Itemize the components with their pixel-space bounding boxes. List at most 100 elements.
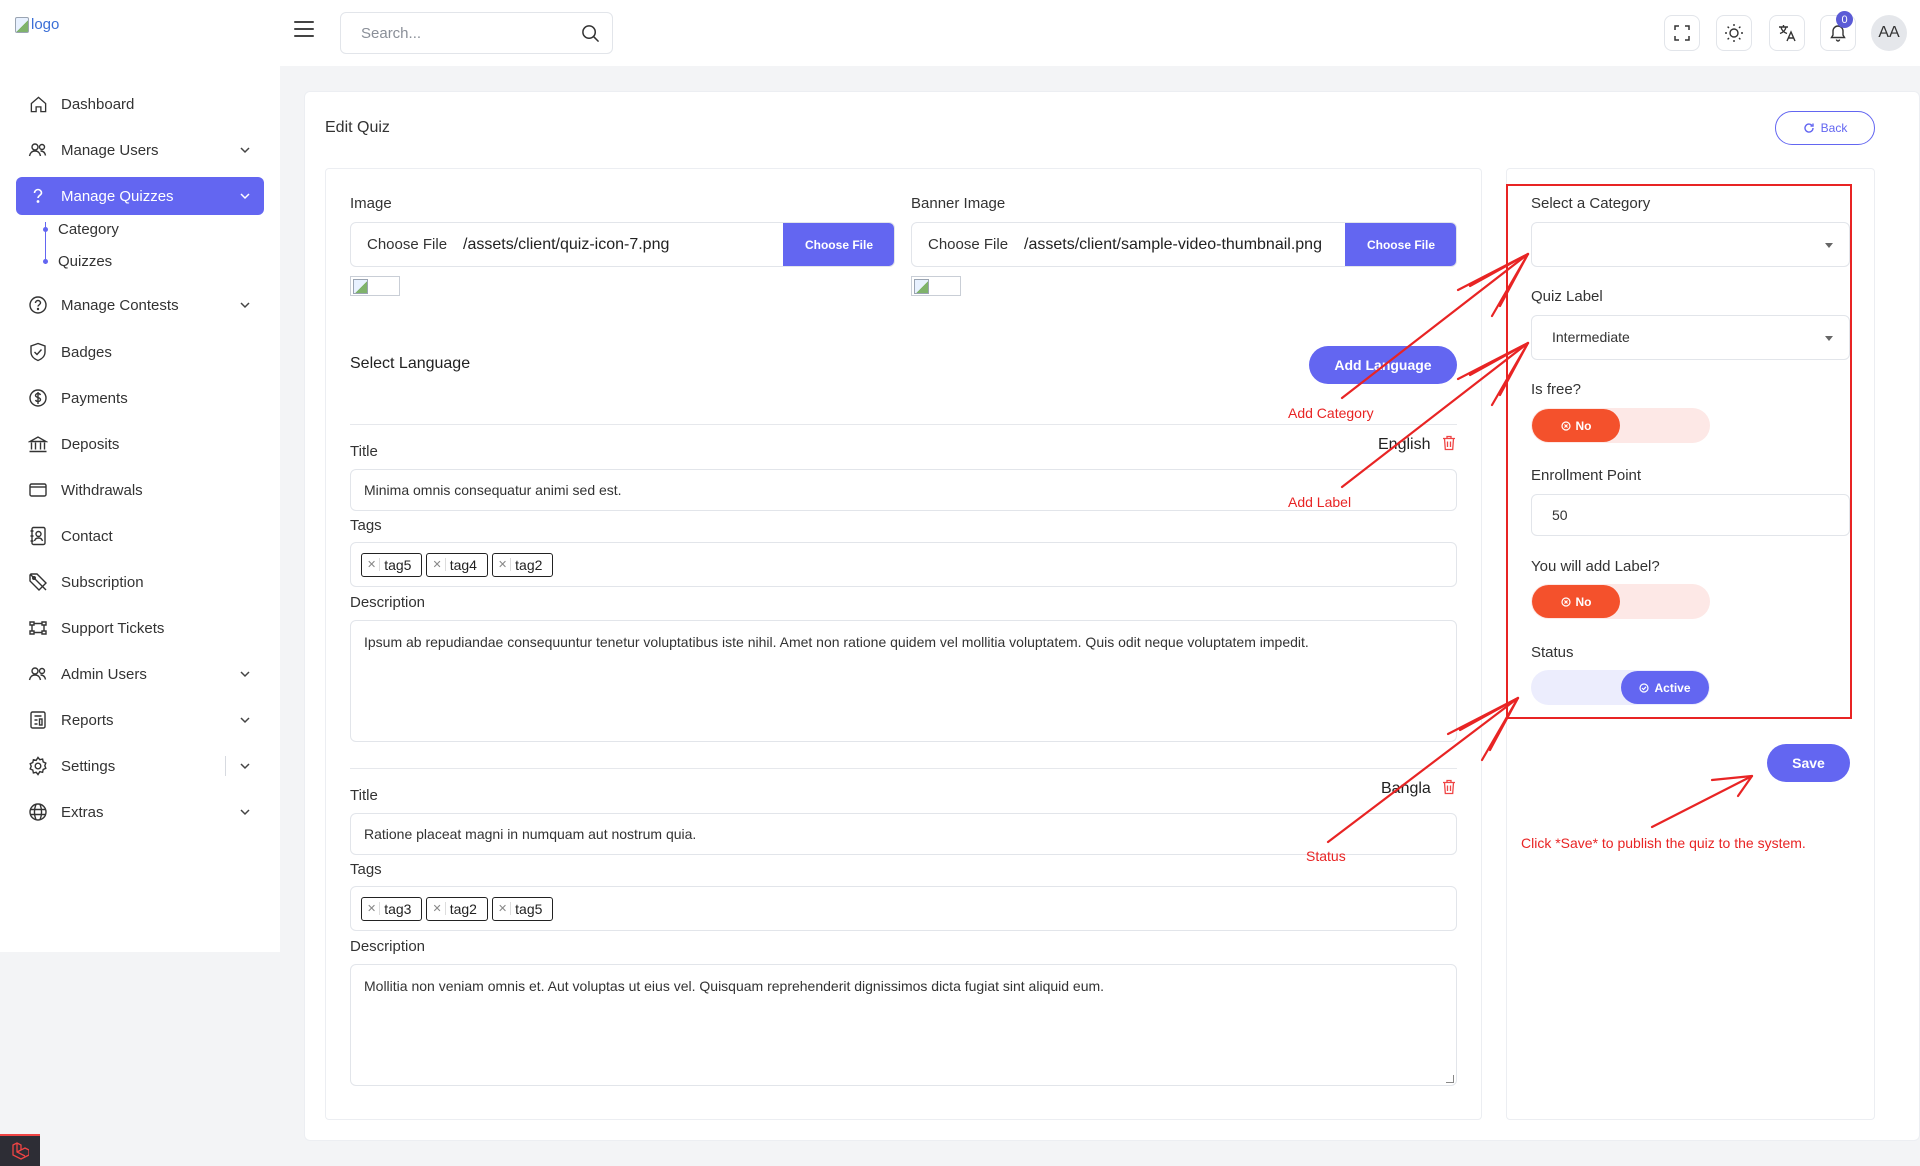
gear-icon xyxy=(28,756,48,776)
sidebar-item-label: Manage Quizzes xyxy=(61,187,174,205)
remove-tag-icon[interactable]: ✕ xyxy=(432,902,446,915)
annotation-add-category: Add Category xyxy=(1288,405,1374,421)
subscription-icon xyxy=(28,572,48,592)
chevron-down-icon xyxy=(240,147,250,154)
add-language-button[interactable]: Add Language xyxy=(1309,346,1457,384)
sidebar-item-reports[interactable]: Reports xyxy=(16,701,264,739)
image-file-input[interactable]: Choose File /assets/client/quiz-icon-7.p… xyxy=(350,222,895,267)
save-button[interactable]: Save xyxy=(1767,744,1850,782)
image-preview xyxy=(350,276,400,296)
fullscreen-icon xyxy=(1674,25,1690,41)
trash-icon[interactable] xyxy=(1442,779,1456,795)
sidebar-item-deposits[interactable]: Deposits xyxy=(16,425,264,463)
tag-chip[interactable]: ✕ tag2 xyxy=(491,552,554,577)
sidebar-item-extras[interactable]: Extras xyxy=(16,793,264,831)
sidebar-item-label: Manage Users xyxy=(61,141,159,159)
tag-chip[interactable]: ✕ tag3 xyxy=(361,896,423,921)
remove-tag-icon[interactable]: ✕ xyxy=(498,902,512,915)
remove-tag-icon[interactable]: ✕ xyxy=(367,558,381,571)
debugbar-laravel-icon[interactable] xyxy=(0,1134,40,1166)
tags-label: Tags xyxy=(350,861,382,878)
back-button[interactable]: Back xyxy=(1775,111,1875,145)
sidebar-item-label: Reports xyxy=(61,711,114,729)
description-textarea-bangla[interactable]: Mollitia non veniam omnis et. Aut volupt… xyxy=(350,964,1457,1086)
tag-chip[interactable]: ✕ tag5 xyxy=(491,896,554,921)
tag-chip[interactable]: ✕ tag5 xyxy=(361,552,423,577)
search-icon[interactable] xyxy=(581,24,600,43)
sidebar-item-label: Settings xyxy=(61,757,116,775)
image-file-name: /assets/client/quiz-icon-7.png xyxy=(463,235,670,253)
sidebar-item-dashboard[interactable]: Dashboard xyxy=(16,85,264,123)
users-icon xyxy=(28,140,48,160)
sidebar-item-label: Admin Users xyxy=(61,665,147,683)
report-icon xyxy=(28,710,48,730)
sidebar-item-admin-users[interactable]: Admin Users xyxy=(16,655,264,693)
title-label: Title xyxy=(350,443,378,460)
banner-file-input[interactable]: Choose File /assets/client/sample-video-… xyxy=(911,222,1457,267)
divider xyxy=(350,768,1457,769)
avatar[interactable]: AA xyxy=(1871,15,1907,51)
description-label: Description xyxy=(350,594,426,611)
tags-input-english[interactable]: ✕ tag5 ✕ tag4 ✕ tag2 xyxy=(350,542,1457,587)
sidebar-subitem-quizzes[interactable]: Quizzes xyxy=(43,253,112,270)
sidebar-item-label: Payments xyxy=(61,389,128,407)
page-title: Edit Quiz xyxy=(325,119,390,136)
tags-label: Tags xyxy=(350,517,382,534)
topbar: logo 0 AA xyxy=(0,0,1920,66)
chevron-down-icon xyxy=(240,717,250,724)
sidebar-item-badges[interactable]: Badges xyxy=(16,333,264,371)
translate-icon xyxy=(1779,25,1796,42)
sidebar-item-support-tickets[interactable]: Support Tickets xyxy=(16,609,264,647)
logo[interactable]: logo xyxy=(15,16,59,33)
extras-icon xyxy=(28,802,48,822)
hamburger-menu-icon[interactable] xyxy=(294,21,314,37)
theme-toggle-button[interactable] xyxy=(1716,15,1752,51)
sidebar-item-manage-users[interactable]: Manage Users xyxy=(16,131,264,169)
remove-tag-icon[interactable]: ✕ xyxy=(498,558,512,571)
chevron-down-icon xyxy=(240,671,250,678)
chevron-down-icon xyxy=(240,809,250,816)
sidebar-item-manage-contests[interactable]: Manage Contests xyxy=(16,286,264,324)
bullet-dot xyxy=(43,259,48,264)
sidebar-subitem-category[interactable]: Category xyxy=(43,221,119,238)
description-textarea-english[interactable]: Ipsum ab repudiandae consequuntur tenetu… xyxy=(350,620,1457,742)
remove-tag-icon[interactable]: ✕ xyxy=(432,558,446,571)
remove-tag-icon[interactable]: ✕ xyxy=(367,902,381,915)
tags-input-bangla[interactable]: ✕ tag3 ✕ tag2 ✕ tag5 xyxy=(350,886,1457,931)
banner-choose-file-button[interactable]: Choose File xyxy=(1345,223,1456,266)
bank-icon xyxy=(28,434,48,454)
back-label: Back xyxy=(1820,121,1848,135)
sidebar-item-contact[interactable]: Contact xyxy=(16,517,264,555)
home-icon xyxy=(28,94,48,114)
broken-image-icon xyxy=(15,16,29,33)
banner-preview xyxy=(911,276,961,296)
divider xyxy=(350,424,1457,425)
sidebar-item-manage-quizzes[interactable]: Manage Quizzes xyxy=(16,177,264,215)
banner-image-label: Banner Image xyxy=(911,195,1006,212)
tag-chip[interactable]: ✕ tag4 xyxy=(426,552,488,577)
title-label: Title xyxy=(350,787,378,804)
sidebar-item-label: Withdrawals xyxy=(61,481,143,499)
title-input-bangla[interactable]: Ratione placeat magni in numquam aut nos… xyxy=(350,813,1457,855)
dollar-icon xyxy=(28,388,48,408)
choose-file-text: Choose File xyxy=(928,236,1009,253)
image-choose-file-button[interactable]: Choose File xyxy=(783,223,894,266)
resize-handle[interactable] xyxy=(1446,1075,1454,1083)
chevron-down-icon xyxy=(240,763,250,770)
trash-icon[interactable] xyxy=(1442,435,1456,451)
contest-icon xyxy=(28,295,48,315)
chevron-down-icon xyxy=(240,302,250,309)
tag-chip[interactable]: ✕ tag2 xyxy=(426,896,488,921)
sidebar-item-payments[interactable]: Payments xyxy=(16,379,264,417)
sidebar-item-subscription[interactable]: Subscription xyxy=(16,563,264,601)
sidebar-item-label: Manage Contests xyxy=(61,296,179,314)
language-name-english: English xyxy=(1378,436,1431,453)
contact-book-icon xyxy=(28,526,48,546)
language-button[interactable] xyxy=(1769,15,1805,51)
fullscreen-button[interactable] xyxy=(1664,15,1700,51)
sidebar-item-label: Support Tickets xyxy=(61,619,165,637)
search-input[interactable] xyxy=(361,13,581,53)
question-icon xyxy=(28,186,48,206)
sidebar-item-withdrawals[interactable]: Withdrawals xyxy=(16,471,264,509)
sidebar-item-settings[interactable]: Settings xyxy=(16,747,264,785)
